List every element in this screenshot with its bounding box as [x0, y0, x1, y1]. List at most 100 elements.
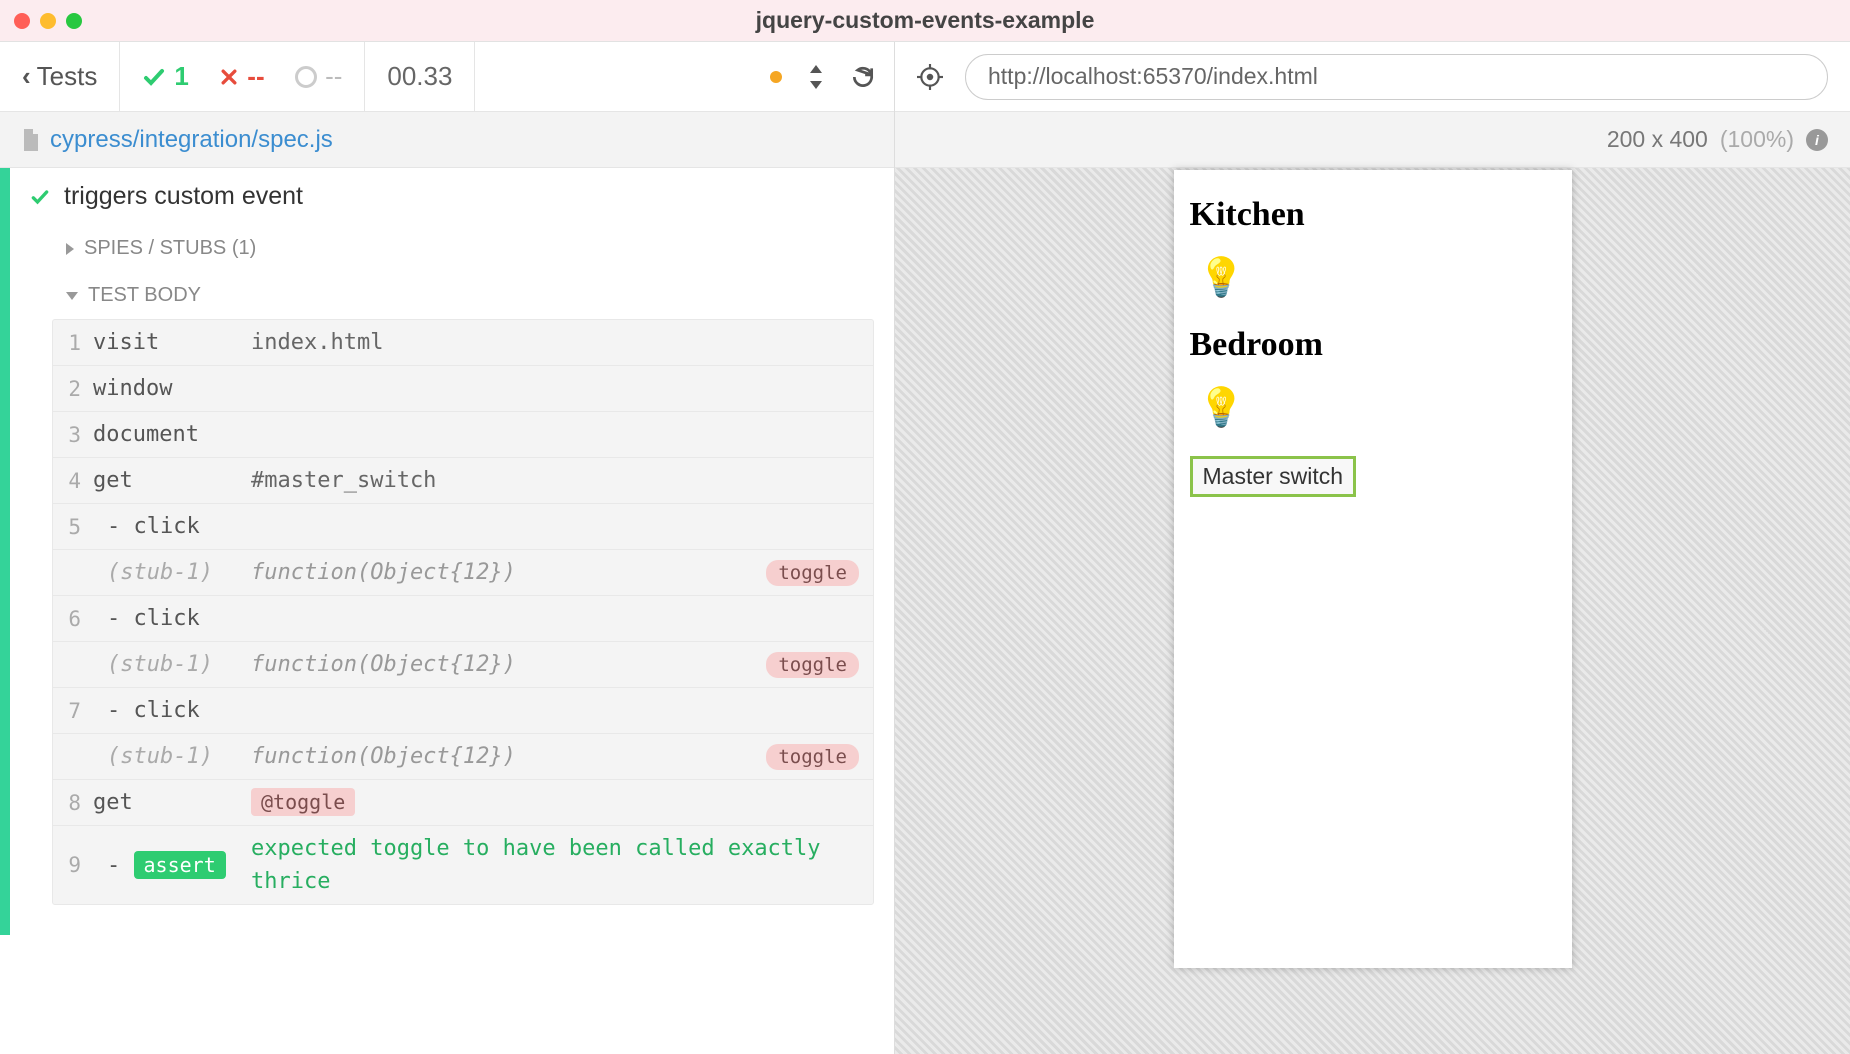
command-message: function(Object{12}) — [251, 560, 766, 585]
event-badge: toggle — [766, 560, 859, 586]
command-name: (stub-1) — [93, 744, 251, 769]
command-name: visit — [93, 330, 251, 355]
command-message: function(Object{12}) — [251, 744, 766, 769]
assert-badge: assert — [134, 851, 226, 879]
traffic-lights — [14, 13, 82, 29]
duration-text: 00.33 — [387, 61, 452, 92]
event-badge: toggle — [766, 744, 859, 770]
bulb-icon[interactable]: 💡 — [1190, 256, 1556, 300]
command-number: 8 — [53, 791, 93, 815]
pass-count: 1 — [174, 61, 188, 92]
command-name: (stub-1) — [93, 652, 251, 677]
command-name: - assert — [93, 853, 251, 878]
back-label: Tests — [37, 61, 98, 92]
fail-count: -- — [247, 61, 264, 92]
room-heading-bedroom: Bedroom — [1190, 326, 1556, 364]
command-row[interactable]: 5- click — [53, 504, 873, 550]
duration: 00.33 — [365, 42, 475, 111]
command-number: 9 — [53, 853, 93, 877]
close-window-button[interactable] — [14, 13, 30, 29]
command-number: 2 — [53, 377, 93, 401]
test-body-label: TEST BODY — [88, 284, 201, 307]
spec-file-path: cypress/integration/spec.js — [50, 126, 333, 154]
command-name: - click — [93, 606, 251, 631]
minimize-window-button[interactable] — [40, 13, 56, 29]
command-row[interactable]: (stub-1)function(Object{12})toggle — [53, 734, 873, 780]
command-number: 6 — [53, 607, 93, 631]
viewport-zoom: (100%) — [1720, 126, 1794, 153]
command-number: 3 — [53, 423, 93, 447]
viewport-info-bar: 200 x 400 (100%) i — [895, 112, 1850, 168]
app-window: jquery-custom-events-example ‹ Tests 1 -… — [0, 0, 1850, 1054]
command-message: function(Object{12}) — [251, 652, 766, 677]
x-icon — [219, 67, 239, 87]
command-row[interactable]: 9- assertexpected toggle to have been ca… — [53, 826, 873, 904]
spies-stubs-label: SPIES / STUBS (1) — [84, 237, 256, 260]
reporter-toolbar: ‹ Tests 1 -- -- 00.33 — [0, 42, 894, 112]
command-row[interactable]: (stub-1)function(Object{12})toggle — [53, 642, 873, 688]
aut-viewport-area: Kitchen 💡 Bedroom 💡 Master switch — [895, 168, 1850, 1054]
command-number: 5 — [53, 515, 93, 539]
chevron-left-icon: ‹ — [22, 61, 31, 92]
viewport-size: 200 x 400 — [1607, 126, 1708, 153]
command-row[interactable]: 8get@toggle — [53, 780, 873, 826]
test-body-section[interactable]: TEST BODY — [0, 272, 894, 319]
command-row[interactable]: 2window — [53, 366, 873, 412]
alias-badge: @toggle — [251, 788, 355, 816]
info-icon[interactable]: i — [1806, 129, 1828, 151]
command-number: 4 — [53, 469, 93, 493]
command-message: index.html — [251, 330, 859, 355]
restart-icon[interactable] — [850, 64, 876, 90]
command-row[interactable]: (stub-1)function(Object{12})toggle — [53, 550, 873, 596]
command-message: expected toggle to have been called exac… — [251, 826, 859, 904]
spec-file-bar[interactable]: cypress/integration/spec.js — [0, 112, 894, 168]
check-icon — [142, 65, 166, 89]
command-message: @toggle — [251, 790, 859, 815]
command-row[interactable]: 1visitindex.html — [53, 320, 873, 366]
caret-right-icon — [66, 243, 74, 255]
url-text: http://localhost:65370/index.html — [988, 63, 1318, 90]
spies-stubs-section[interactable]: SPIES / STUBS (1) — [0, 225, 894, 272]
test-title: triggers custom event — [64, 182, 303, 211]
command-name: get — [93, 468, 251, 493]
command-log: 1visitindex.html2window3document4get#mas… — [0, 319, 894, 935]
aut-iframe: Kitchen 💡 Bedroom 💡 Master switch — [1174, 170, 1572, 968]
event-badge: toggle — [766, 652, 859, 678]
command-row[interactable]: 3document — [53, 412, 873, 458]
back-to-tests-button[interactable]: ‹ Tests — [0, 42, 120, 111]
status-dot-icon — [770, 71, 782, 83]
command-number: 1 — [53, 331, 93, 355]
titlebar: jquery-custom-events-example — [0, 0, 1850, 42]
room-heading-kitchen: Kitchen — [1190, 196, 1556, 234]
caret-down-icon — [66, 292, 78, 300]
pending-count: -- — [325, 61, 342, 92]
check-icon — [30, 187, 50, 207]
command-row[interactable]: 4get#master_switch — [53, 458, 873, 504]
file-icon — [22, 129, 40, 151]
master-switch-button[interactable]: Master switch — [1190, 456, 1357, 497]
main-content: ‹ Tests 1 -- -- 00.33 — [0, 42, 1850, 1054]
url-bar[interactable]: http://localhost:65370/index.html — [965, 54, 1828, 100]
command-row[interactable]: 7- click — [53, 688, 873, 734]
test-header[interactable]: triggers custom event — [0, 168, 894, 225]
command-name: (stub-1) — [93, 560, 251, 585]
aut-toolbar: http://localhost:65370/index.html — [895, 42, 1850, 112]
command-name: window — [93, 376, 251, 401]
selector-playground-icon[interactable] — [917, 64, 943, 90]
viewport-toggle-icon[interactable] — [808, 65, 824, 89]
reporter-panel: ‹ Tests 1 -- -- 00.33 — [0, 42, 895, 1054]
window-title: jquery-custom-events-example — [756, 7, 1095, 34]
command-number: 7 — [53, 699, 93, 723]
maximize-window-button[interactable] — [66, 13, 82, 29]
command-name: document — [93, 422, 251, 447]
bulb-icon[interactable]: 💡 — [1190, 386, 1556, 430]
command-name: - click — [93, 514, 251, 539]
command-name: - click — [93, 698, 251, 723]
command-message: #master_switch — [251, 468, 859, 493]
command-row[interactable]: 6- click — [53, 596, 873, 642]
aut-panel: http://localhost:65370/index.html 200 x … — [895, 42, 1850, 1054]
pending-icon — [295, 66, 317, 88]
command-name: get — [93, 790, 251, 815]
toolbar-right-controls — [475, 64, 894, 90]
stats-passed: 1 -- -- — [120, 42, 365, 111]
